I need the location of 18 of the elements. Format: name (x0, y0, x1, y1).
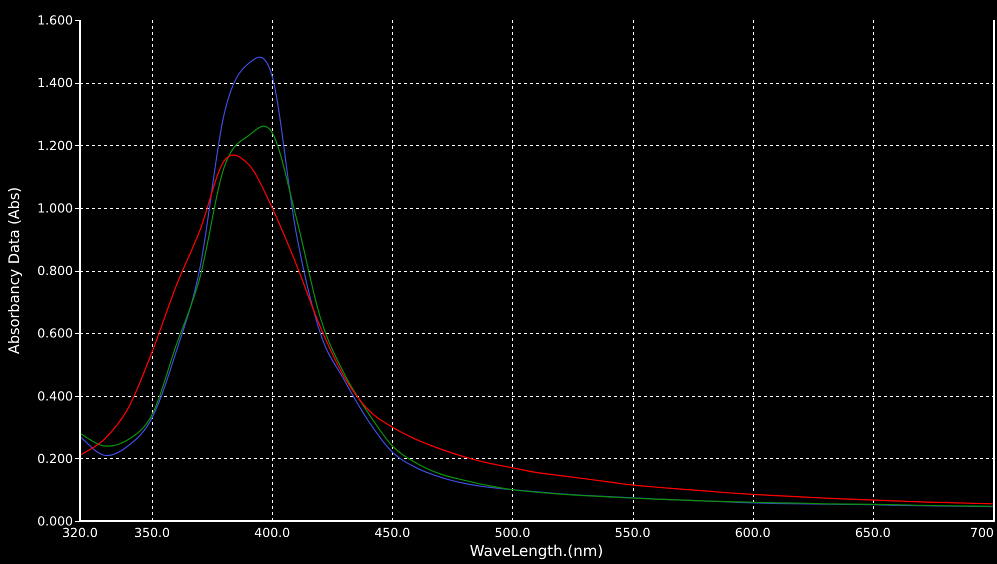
axis-tick-label: 0.600 (37, 326, 73, 341)
axis-tick-label: 400.0 (254, 525, 290, 540)
axis-tick-label: 0.400 (37, 388, 73, 404)
axis-tick-label: 450.0 (374, 525, 410, 540)
axis-tick-label: 350.0 (134, 525, 170, 540)
axis-tick-label: 1.000 (37, 200, 73, 216)
axis-tick-label: 0.800 (37, 263, 73, 278)
axis-tick-label: 700 (970, 525, 994, 540)
axis-tick-label: 1.400 (37, 75, 73, 90)
axis-tick-label: 1.600 (37, 12, 73, 28)
axis-tick-label: 600.0 (734, 525, 771, 540)
axis-tick-label: 1.200 (37, 138, 73, 153)
axis-tick-label: 500.0 (494, 525, 530, 540)
axis-title: WaveLength.(nm) (470, 542, 604, 560)
axis-tick-label: 650.0 (854, 525, 891, 540)
axis-title: Absorbancy Data (Abs) (7, 186, 23, 354)
axis-tick-label: 550.0 (614, 525, 650, 540)
axis-tick-label: 0.200 (37, 450, 73, 466)
